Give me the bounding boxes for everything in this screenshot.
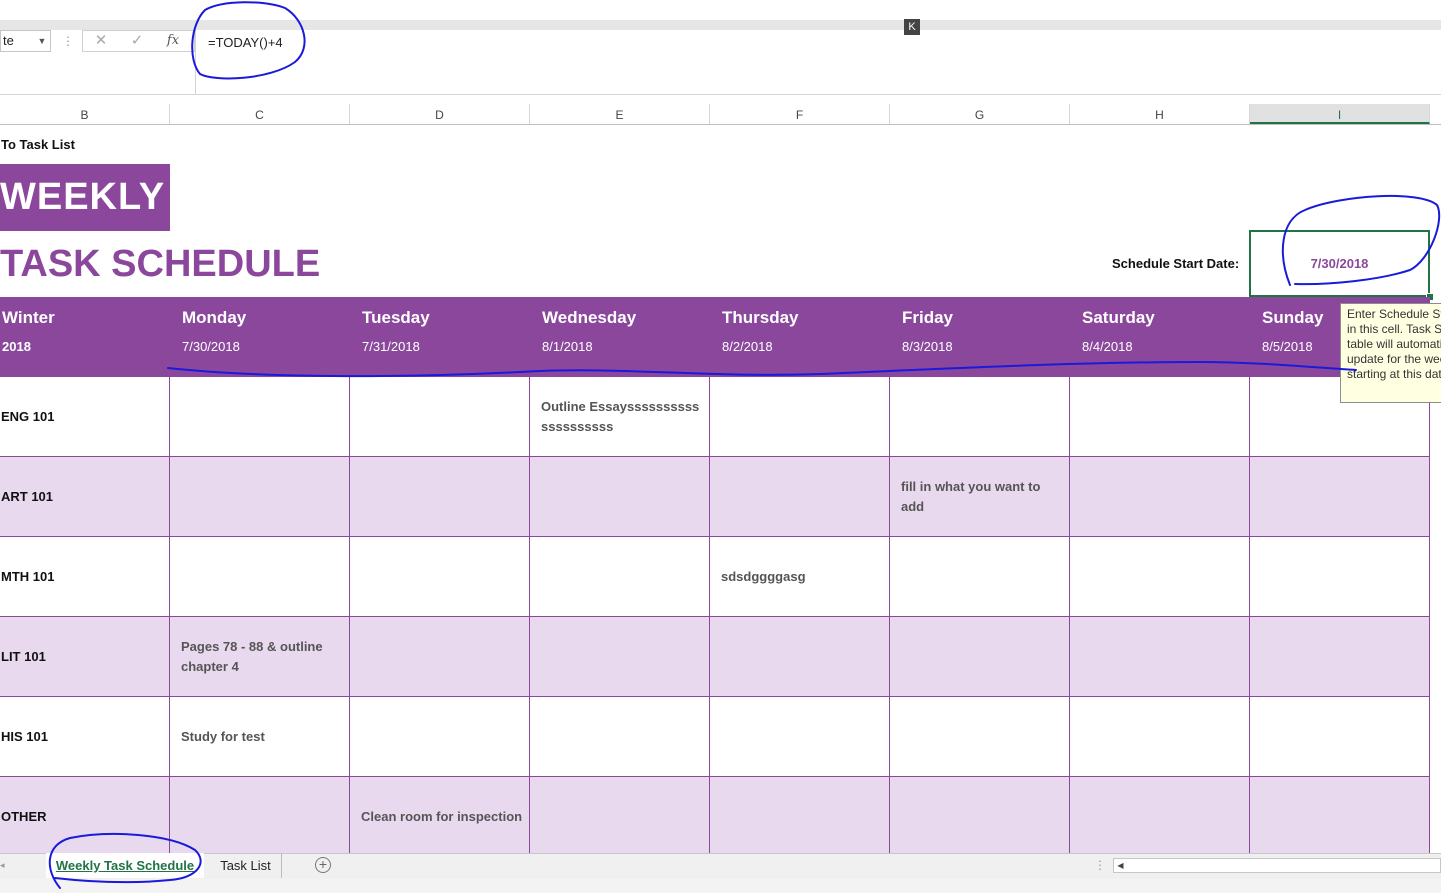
table-row	[0, 377, 1430, 457]
task-cell[interactable]: Clean room for inspection	[361, 807, 531, 827]
row-label-eng-101[interactable]: ENG 101	[1, 409, 54, 424]
task-cell[interactable]: fill in what you want to add	[901, 477, 1066, 517]
column-headers: B C D E F G H I	[0, 104, 1441, 125]
insert-function-icon[interactable]: fx	[164, 32, 182, 50]
day-name: Sunday	[1262, 308, 1324, 327]
title-task-schedule: TASK SCHEDULE	[0, 243, 321, 285]
grid-line	[529, 377, 530, 853]
column-header-b[interactable]: B	[0, 104, 170, 124]
grid-line	[349, 377, 350, 853]
day-date: 7/31/2018	[362, 339, 420, 354]
cancel-icon[interactable]: ✕	[91, 32, 111, 50]
row-label-lit-101[interactable]: LIT 101	[1, 649, 46, 664]
tooltip-line: Enter Schedule Start Date	[1347, 307, 1441, 321]
day-name: Tuesday	[362, 308, 430, 327]
chevron-down-icon[interactable]: ▼	[36, 34, 48, 48]
day-date: 7/30/2018	[182, 339, 240, 354]
year-label: 2018	[2, 339, 31, 354]
tab-scroll-left-icon[interactable]: ◂	[0, 858, 10, 872]
grid-line	[1429, 377, 1430, 853]
cell-comment-tooltip: Enter Schedule Start Date in this cell. …	[1340, 303, 1441, 403]
column-header-c[interactable]: C	[170, 104, 350, 124]
grid-line	[169, 377, 170, 853]
day-name: Saturday	[1082, 308, 1155, 327]
back-to-task-list-link[interactable]: To Task List	[1, 137, 75, 152]
day-date: 8/1/2018	[542, 339, 593, 354]
task-cell[interactable]: Outline Essayssssssssssssssssssss	[541, 397, 706, 437]
column-header-d[interactable]: D	[350, 104, 530, 124]
day-date: 8/3/2018	[902, 339, 953, 354]
column-header-i[interactable]: I	[1250, 104, 1430, 124]
task-cell[interactable]: Study for test	[181, 727, 346, 747]
day-date: 8/4/2018	[1082, 339, 1133, 354]
tooltip-line: update for the week	[1347, 352, 1441, 366]
grid-line	[889, 377, 890, 853]
column-header-g[interactable]: G	[890, 104, 1070, 124]
k-button[interactable]: K	[904, 19, 920, 35]
tooltip-line: table will automatically	[1347, 337, 1441, 351]
scrollbar-resize-handle[interactable]: ⋮	[1094, 858, 1106, 872]
title-weekly: WEEKLY	[0, 176, 166, 218]
day-name: Monday	[182, 308, 247, 327]
term-label: Winter	[2, 308, 55, 327]
tab-task-list[interactable]: Task List	[210, 853, 282, 878]
day-name: Wednesday	[542, 308, 637, 327]
status-bar	[0, 879, 1441, 893]
tooltip-line: in this cell. Task Schedule	[1347, 322, 1441, 336]
tab-weekly-task-schedule[interactable]: Weekly Task Schedule	[46, 853, 204, 878]
title-strip	[0, 0, 1441, 20]
table-row	[0, 537, 1430, 617]
formula-input[interactable]: =TODAY()+4	[195, 30, 1441, 94]
tooltip-line: starting at this date.	[1347, 367, 1441, 381]
start-date-value[interactable]: 7/30/2018	[1249, 256, 1430, 271]
formula-bar-resize-handle[interactable]: ⋮	[62, 34, 74, 48]
row-label-other[interactable]: OTHER	[1, 809, 47, 824]
row-label-art-101[interactable]: ART 101	[1, 489, 53, 504]
row-label-his-101[interactable]: HIS 101	[1, 729, 48, 744]
grid-line	[1069, 377, 1070, 853]
grid-line	[709, 377, 710, 853]
ribbon-edge	[0, 20, 1441, 30]
day-name: Thursday	[722, 308, 799, 327]
day-date: 8/5/2018	[1262, 339, 1313, 354]
day-date: 8/2/2018	[722, 339, 773, 354]
column-header-e[interactable]: E	[530, 104, 710, 124]
grid-line	[1249, 377, 1250, 853]
column-header-h[interactable]: H	[1070, 104, 1250, 124]
table-row	[0, 777, 1430, 853]
start-date-label: Schedule Start Date:	[1112, 256, 1240, 271]
column-header-f[interactable]: F	[710, 104, 890, 124]
table-row	[0, 457, 1430, 537]
day-name: Friday	[902, 308, 954, 327]
task-cell[interactable]: sdsdggggasg	[721, 567, 886, 587]
add-sheet-icon[interactable]: +	[315, 857, 331, 873]
task-cell[interactable]: Pages 78 - 88 & outline chapter 4	[181, 637, 341, 677]
row-label-mth-101[interactable]: MTH 101	[1, 569, 54, 584]
horizontal-scrollbar[interactable]	[1113, 858, 1441, 873]
enter-icon[interactable]: ✓	[127, 32, 147, 50]
scroll-left-icon[interactable]: ◀	[1113, 858, 1128, 873]
